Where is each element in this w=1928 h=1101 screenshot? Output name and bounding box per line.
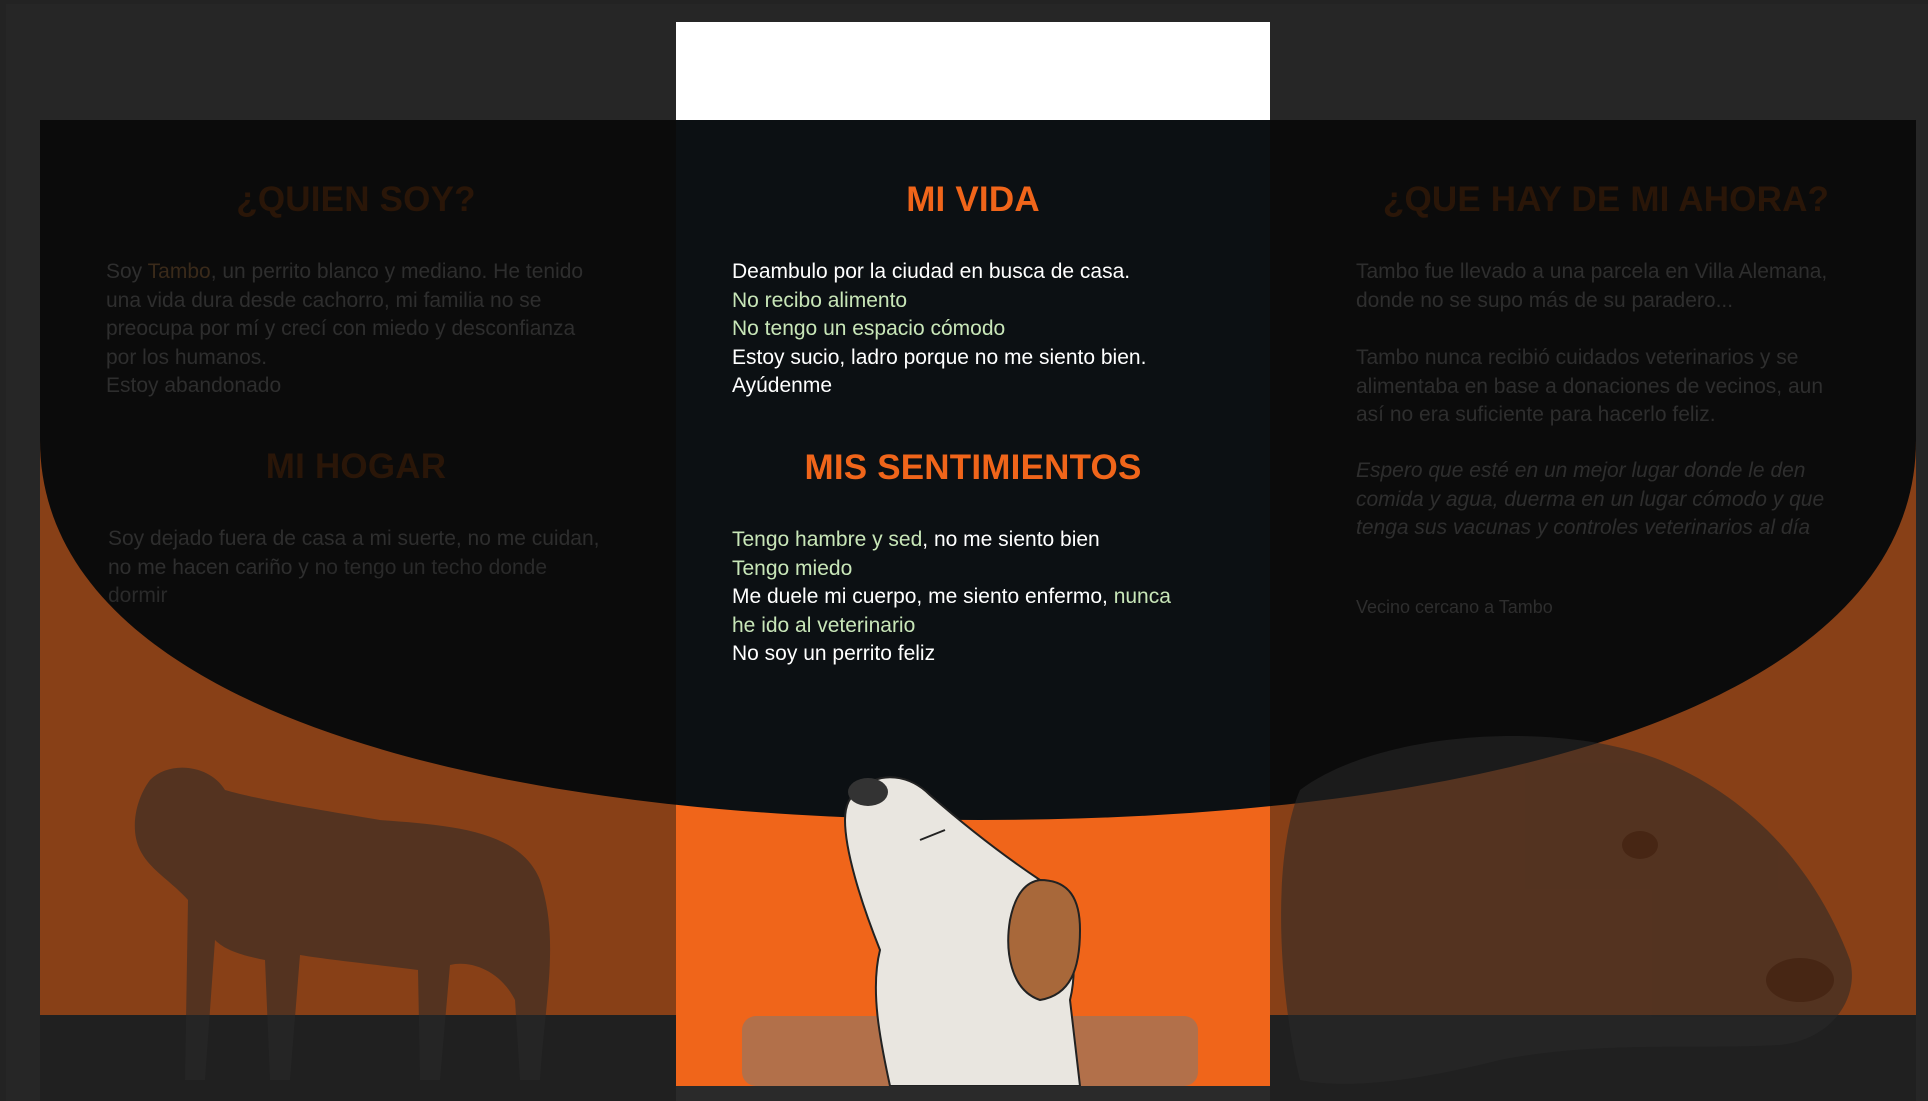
center-heading-mi-vida: MI VIDA	[906, 180, 1040, 219]
vida-line-2: No recibo alimento	[732, 288, 908, 312]
right-paragraph-2: Tambo nunca recibió cuidados veterinario…	[1356, 346, 1824, 426]
right-paragraph-1: Tambo fue llevado a una parcela en Villa…	[1356, 260, 1828, 312]
vida-line-3: No tengo un espacio cómodo	[732, 317, 1006, 340]
right-heading-que-hay: ¿QUE HAY DE MI AHORA?	[1382, 180, 1830, 219]
center-sentimientos-lines: Tengo hambre y sed, no me siento bien Te…	[732, 528, 1171, 665]
center-heading-mis-sentimientos: MIS SENTIMIENTOS	[804, 448, 1142, 487]
center-vida-lines: Deambulo por la ciudad en busca de casa.…	[732, 258, 1252, 401]
right-signature: Vecino cercano a Tambo	[1356, 597, 1553, 617]
left-intro-paragraph: Soy Tambo, un perrito blanco y mediano. …	[106, 260, 584, 397]
left-heading-quien-soy: ¿QUIEN SOY?	[236, 180, 476, 219]
vida-line-4: Estoy sucio, ladro porque no me siento b…	[732, 345, 1147, 369]
vida-line-1: Deambulo por la ciudad en busca de casa.	[732, 260, 1131, 283]
left-hogar-paragraph: Soy dejado fuera de casa a mi suerte, no…	[108, 527, 600, 607]
left-heading-mi-hogar: MI HOGAR	[265, 447, 447, 486]
vida-line-5: Ayúdenme	[732, 374, 833, 397]
right-quote: Espero que esté en un mejor lugar donde …	[1356, 459, 1825, 539]
